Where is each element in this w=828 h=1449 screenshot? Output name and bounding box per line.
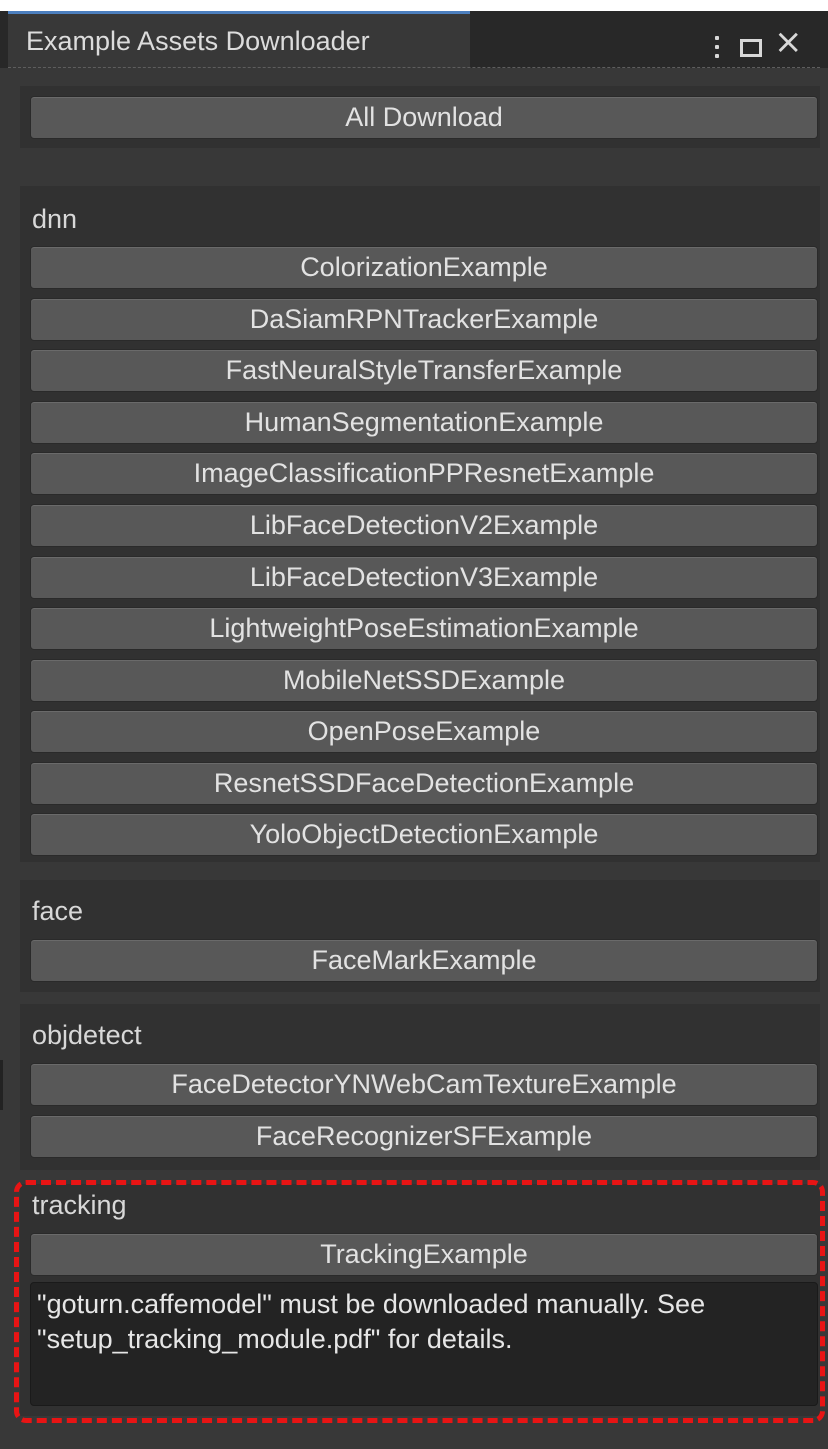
- example-button-facedetector-yn[interactable]: FaceDetectorYNWebCamTextureExample: [30, 1063, 818, 1106]
- section-header-dnn: dnn: [32, 204, 78, 234]
- example-button-human-segmentation[interactable]: HumanSegmentationExample: [30, 401, 818, 444]
- window-tab[interactable]: Example Assets Downloader: [8, 11, 470, 68]
- example-button-fast-neural-style[interactable]: FastNeuralStyleTransferExample: [30, 349, 818, 392]
- section-objdetect: objdetect FaceDetectorYNWebCamTextureExa…: [20, 1004, 820, 1170]
- section-header-tracking: tracking: [32, 1190, 127, 1220]
- section-dnn: dnn ColorizationExample DaSiamRPNTracker…: [20, 186, 820, 862]
- example-button-resnet-ssd-face[interactable]: ResnetSSDFaceDetectionExample: [30, 762, 818, 805]
- section-face: face FaceMarkExample: [20, 880, 820, 992]
- example-button-libface-v2[interactable]: LibFaceDetectionV2Example: [30, 504, 818, 547]
- tab-divider: [8, 67, 820, 68]
- top-strip: [0, 0, 828, 11]
- example-button-yolo-object-detection[interactable]: YoloObjectDetectionExample: [30, 813, 818, 856]
- all-download-button[interactable]: All Download: [30, 96, 818, 139]
- example-button-facemark[interactable]: FaceMarkExample: [30, 939, 818, 982]
- section-header-face: face: [32, 896, 84, 926]
- example-button-tracking[interactable]: TrackingExample: [30, 1233, 818, 1276]
- example-button-openpose[interactable]: OpenPoseExample: [30, 710, 818, 753]
- left-edge-mark: [0, 1060, 3, 1110]
- tab-bar: Example Assets Downloader ×: [0, 11, 828, 68]
- vertical-ellipsis-icon[interactable]: [712, 31, 722, 65]
- window-title: Example Assets Downloader: [26, 26, 370, 56]
- maximize-icon[interactable]: [740, 39, 762, 57]
- all-download-section: All Download: [20, 86, 820, 148]
- section-tracking: tracking TrackingExample "goturn.caffemo…: [20, 1184, 820, 1416]
- example-button-colorization[interactable]: ColorizationExample: [30, 246, 818, 289]
- close-icon[interactable]: ×: [774, 25, 803, 59]
- tracking-help-note: "goturn.caffemodel" must be downloaded m…: [30, 1282, 818, 1406]
- example-button-image-classification[interactable]: ImageClassificationPPResnetExample: [30, 452, 818, 495]
- editor-window: Example Assets Downloader × All Download…: [0, 0, 828, 1449]
- example-button-mobilenet-ssd[interactable]: MobileNetSSDExample: [30, 659, 818, 702]
- example-button-libface-v3[interactable]: LibFaceDetectionV3Example: [30, 556, 818, 599]
- section-header-objdetect: objdetect: [32, 1020, 142, 1050]
- example-button-lightweight-pose[interactable]: LightweightPoseEstimationExample: [30, 607, 818, 650]
- example-button-dasiamrpn-tracker[interactable]: DaSiamRPNTrackerExample: [30, 298, 818, 341]
- example-button-facerecognizer-sf[interactable]: FaceRecognizerSFExample: [30, 1115, 818, 1158]
